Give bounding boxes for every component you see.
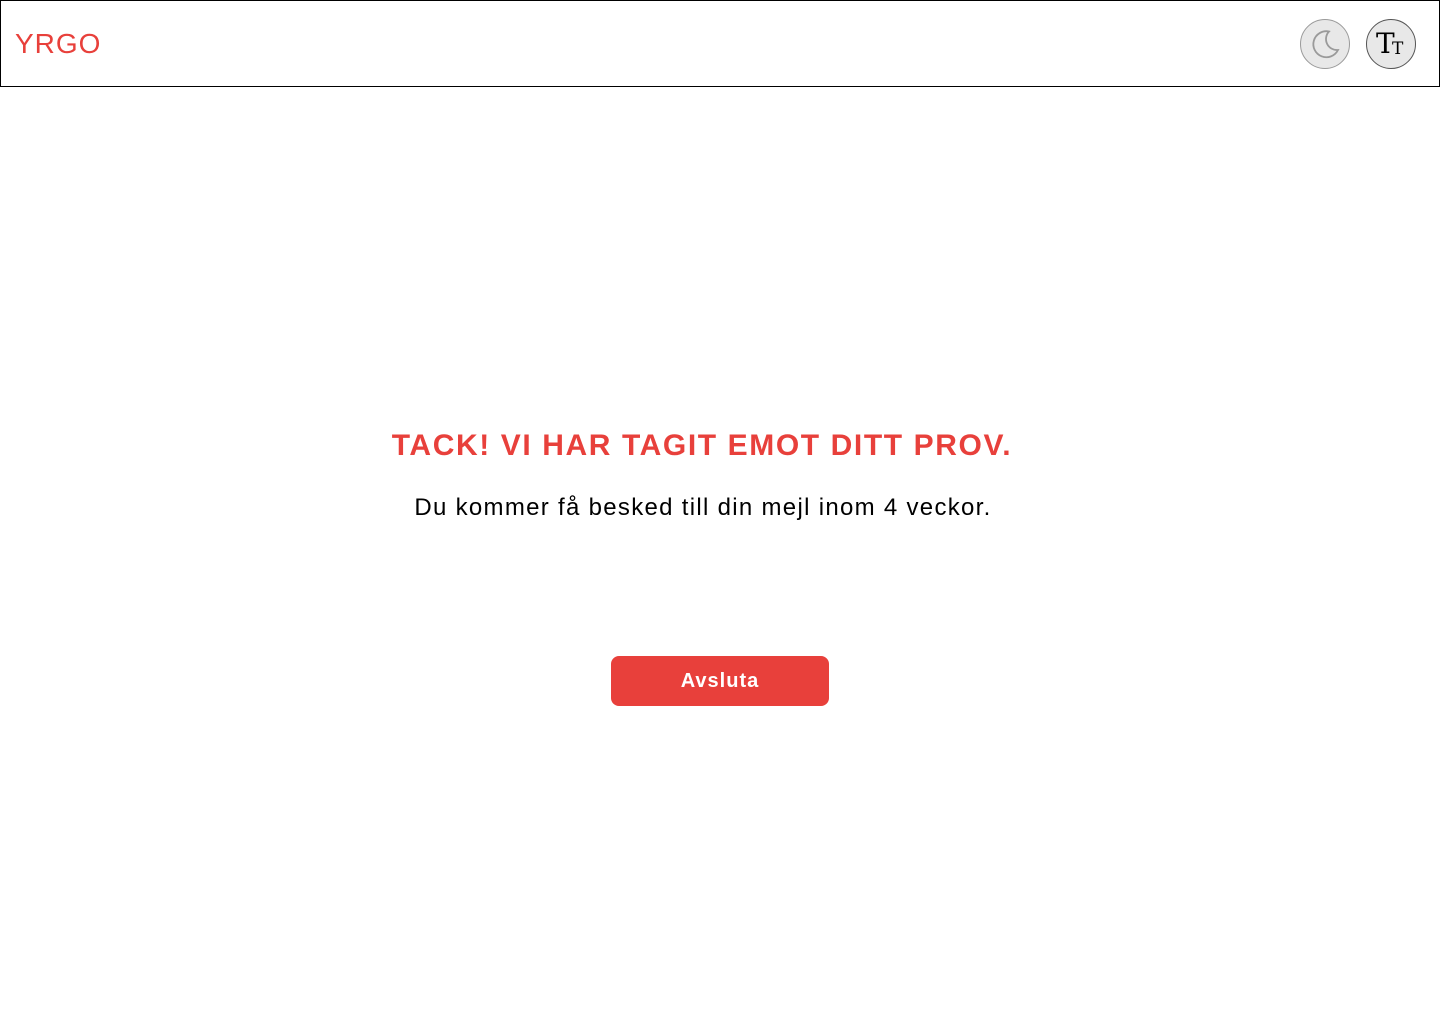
confirmation-message: Du kommer få besked till din mejl inom 4…: [414, 494, 992, 521]
yrgo-logo[interactable]: YRGO: [15, 28, 101, 60]
exit-button[interactable]: Avsluta: [611, 656, 829, 706]
text-size-button[interactable]: T T: [1366, 19, 1416, 69]
text-size-icon: T T: [1374, 29, 1408, 59]
moon-icon: [1308, 27, 1342, 61]
top-header: YRGO T T: [0, 0, 1440, 87]
confirmation-title: TACK! VI HAR TAGIT EMOT DITT PROV.: [391, 429, 1013, 462]
dark-mode-toggle[interactable]: [1300, 19, 1350, 69]
svg-text:T: T: [1392, 39, 1404, 59]
